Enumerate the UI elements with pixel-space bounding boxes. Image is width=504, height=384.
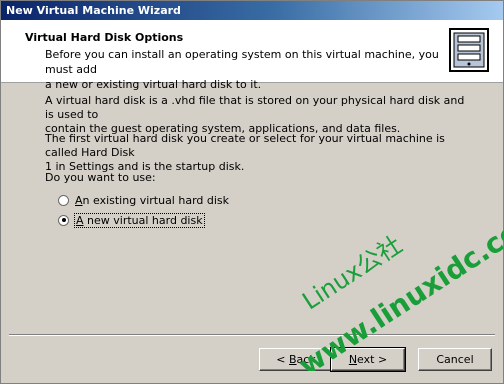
watermark-line-1: Linux公社 (297, 231, 407, 316)
wizard-header: Virtual Hard Disk Options Before you can… (1, 20, 503, 91)
server-tower-icon (449, 28, 489, 72)
question-label: Do you want to use: (45, 171, 156, 184)
back-mnemonic: B (289, 353, 297, 366)
radio-button-existing[interactable] (58, 194, 69, 206)
radio-existing-disk[interactable]: An existing virtual hard disk (58, 192, 229, 208)
page-description: Before you can install an operating syst… (45, 47, 445, 92)
next-rest: ext > (357, 353, 388, 366)
label-existing-rest: n existing virtual hard disk (82, 193, 230, 207)
back-button[interactable]: < Back (259, 348, 333, 371)
radio-label-new[interactable]: A new virtual hard disk (74, 212, 205, 228)
watermark-line-2: www.linuxidc.com (293, 199, 504, 371)
radio-label-existing[interactable]: An existing virtual hard disk (75, 194, 229, 207)
mnemonic-new: A (76, 213, 84, 227)
mnemonic-existing: A (75, 193, 83, 207)
title-bar[interactable]: New Virtual Machine Wizard (1, 1, 503, 20)
description-line-2: a new or existing virtual hard disk to i… (45, 78, 262, 91)
next-button[interactable]: Next > (330, 347, 406, 372)
description-line-1: Before you can install an operating syst… (45, 48, 439, 76)
description-paragraph-1: A virtual hard disk is a .vhd file that … (45, 94, 475, 136)
back-prefix: < (276, 353, 289, 366)
window-title: New Virtual Machine Wizard (6, 4, 181, 17)
button-separator (9, 334, 495, 336)
radio-new-disk[interactable]: A new virtual hard disk (58, 212, 205, 228)
back-rest: ack (296, 353, 316, 366)
wizard-window: New Virtual Machine Wizard Virtual Hard … (0, 0, 504, 384)
next-mnemonic: N (348, 353, 358, 366)
watermark: Linux公社 www.linuxidc.com (293, 199, 504, 371)
radio-button-new[interactable] (58, 214, 69, 226)
description-paragraph-2: The first virtual hard disk you create o… (45, 132, 475, 174)
cancel-button[interactable]: Cancel (418, 348, 492, 371)
page-title: Virtual Hard Disk Options (25, 31, 184, 44)
paragraph-2-line-1: The first virtual hard disk you create o… (45, 132, 445, 159)
paragraph-1-line-1: A virtual hard disk is a .vhd file that … (45, 94, 465, 121)
label-new-rest: new virtual hard disk (83, 213, 203, 227)
